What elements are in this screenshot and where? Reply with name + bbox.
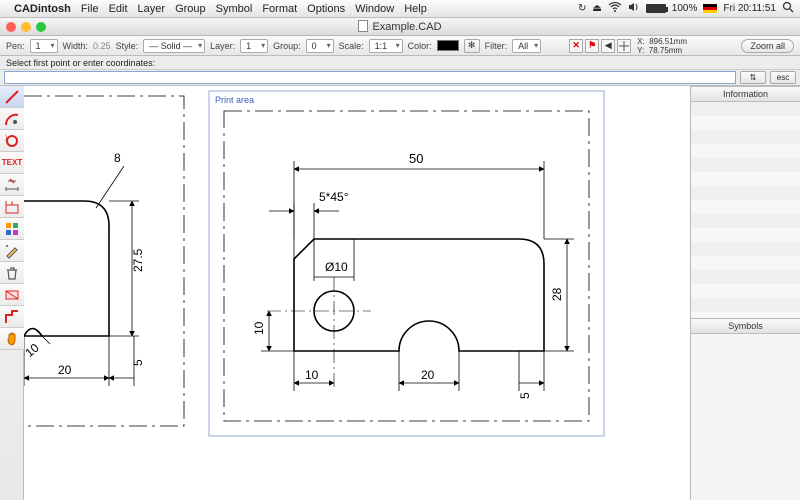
filter-label: Filter: bbox=[485, 41, 508, 51]
tool-hatch[interactable] bbox=[0, 196, 24, 218]
scale-label: Scale: bbox=[339, 41, 364, 51]
tool-function[interactable] bbox=[0, 218, 24, 240]
coordinate-readout: X: 896.51mm Y: 78.75mm bbox=[637, 37, 687, 55]
battery-icon[interactable] bbox=[646, 4, 666, 13]
pen-select[interactable]: 1 bbox=[30, 39, 58, 53]
drawing-canvas[interactable]: 27.5 8 10 20 5 bbox=[24, 86, 690, 500]
dim-left-5: 5 bbox=[131, 359, 145, 366]
tool-dimension[interactable] bbox=[0, 174, 24, 196]
tool-pan[interactable] bbox=[0, 328, 24, 350]
wifi-icon[interactable] bbox=[608, 2, 622, 15]
dim-left-20: 20 bbox=[58, 363, 72, 377]
panel-body-information bbox=[691, 102, 800, 318]
tool-trash[interactable] bbox=[0, 262, 24, 284]
sync-icon[interactable]: ↻ bbox=[578, 3, 586, 14]
part-outline bbox=[294, 239, 544, 351]
drawing-main: Print area 50 bbox=[209, 91, 604, 436]
settings-gear-button[interactable]: ✻ bbox=[464, 39, 480, 53]
menu-file[interactable]: File bbox=[81, 3, 99, 15]
esc-button[interactable]: esc bbox=[770, 71, 796, 84]
window-zoom-button[interactable] bbox=[36, 22, 46, 32]
dim-20: 20 bbox=[421, 368, 435, 382]
battery-pct: 100% bbox=[672, 3, 698, 14]
style-select[interactable]: — Solid — bbox=[143, 39, 205, 53]
dim-left-10: 10 bbox=[24, 340, 42, 360]
dim-left-8: 8 bbox=[114, 151, 121, 165]
prompt-text: Select first point or enter coordinates: bbox=[6, 58, 155, 68]
dim-left-27-5: 27.5 bbox=[131, 248, 145, 272]
snap-cancel-button[interactable]: ✕ bbox=[569, 39, 583, 53]
svg-text:): ) bbox=[5, 135, 7, 141]
tool-trim[interactable] bbox=[0, 284, 24, 306]
menu-group[interactable]: Group bbox=[175, 3, 206, 15]
snap-flag-button[interactable]: ⚑ bbox=[585, 39, 599, 53]
flag-icon[interactable] bbox=[703, 4, 717, 13]
tool-circle[interactable]: ) bbox=[0, 130, 24, 152]
eject-icon[interactable]: ⏏ bbox=[592, 3, 601, 14]
mac-menubar: CADintosh File Edit Layer Group Symbol F… bbox=[0, 0, 800, 18]
options-toolbar: Pen: 1 Width: 0.25 Style: — Solid — Laye… bbox=[0, 36, 800, 56]
command-input[interactable] bbox=[4, 71, 736, 84]
volume-icon[interactable] bbox=[628, 2, 640, 15]
width-value: 0.25 bbox=[93, 41, 111, 51]
panel-header-information[interactable]: Information bbox=[691, 86, 800, 102]
window-titlebar[interactable]: Example.CAD bbox=[0, 18, 800, 36]
group-label: Group: bbox=[273, 41, 301, 51]
zoom-all-button[interactable]: Zoom all bbox=[741, 39, 794, 53]
prompt-bar: Select first point or enter coordinates: bbox=[0, 56, 800, 70]
menu-window[interactable]: Window bbox=[355, 3, 394, 15]
menu-options[interactable]: Options bbox=[307, 3, 345, 15]
app-menu[interactable]: CADintosh bbox=[14, 3, 71, 15]
width-label: Width: bbox=[63, 41, 89, 51]
dim-dia: Ø10 bbox=[325, 260, 348, 274]
command-input-row: ⇅ esc bbox=[0, 70, 800, 86]
menu-symbol[interactable]: Symbol bbox=[216, 3, 253, 15]
style-label: Style: bbox=[116, 41, 139, 51]
pen-label: Pen: bbox=[6, 41, 25, 51]
menu-edit[interactable]: Edit bbox=[109, 3, 128, 15]
window-minimize-button[interactable] bbox=[21, 22, 31, 32]
dim-10h: 10 bbox=[305, 368, 319, 382]
panel-header-symbols[interactable]: Symbols bbox=[691, 318, 800, 334]
tool-text[interactable]: TEXT bbox=[0, 152, 24, 174]
tool-line[interactable] bbox=[0, 86, 24, 108]
dim-10v: 10 bbox=[252, 321, 266, 335]
document-title: Example.CAD bbox=[0, 20, 800, 33]
menu-layer[interactable]: Layer bbox=[138, 3, 166, 15]
dim-28: 28 bbox=[550, 287, 564, 301]
layer-label: Layer: bbox=[210, 41, 235, 51]
dim-50: 50 bbox=[409, 151, 423, 166]
snap-prev-button[interactable]: ◀ bbox=[601, 39, 615, 53]
drawing-left-detail: 27.5 8 10 20 5 bbox=[24, 96, 184, 426]
color-swatch[interactable] bbox=[437, 40, 459, 51]
filter-select[interactable]: All bbox=[512, 39, 541, 53]
document-icon bbox=[358, 20, 368, 32]
scale-select[interactable]: 1:1 bbox=[369, 39, 403, 53]
layer-select[interactable]: 1 bbox=[240, 39, 268, 53]
tool-arc[interactable] bbox=[0, 108, 24, 130]
panel-body-symbols bbox=[691, 334, 800, 500]
menu-format[interactable]: Format bbox=[262, 3, 297, 15]
tool-polyline[interactable] bbox=[0, 306, 24, 328]
snap-control: ✕ ⚑ ◀ X: 896.51mm Y: 78.75mm bbox=[569, 37, 687, 55]
color-label: Color: bbox=[408, 41, 432, 51]
dim-5: 5 bbox=[518, 392, 532, 399]
tool-edit[interactable] bbox=[0, 240, 24, 262]
menu-help[interactable]: Help bbox=[404, 3, 427, 15]
clock[interactable]: Fri 20:11:51 bbox=[723, 3, 776, 14]
stepper-button[interactable]: ⇅ bbox=[740, 71, 766, 84]
window-close-button[interactable] bbox=[6, 22, 16, 32]
group-select[interactable]: 0 bbox=[306, 39, 334, 53]
print-area-label: Print area bbox=[215, 95, 254, 105]
tool-palette: ) TEXT bbox=[0, 86, 24, 500]
snap-target-icon[interactable] bbox=[617, 39, 631, 53]
right-panel-column: Information Symbols bbox=[690, 86, 800, 500]
dim-chamfer: 5*45° bbox=[319, 190, 349, 204]
spotlight-icon[interactable] bbox=[782, 1, 794, 16]
